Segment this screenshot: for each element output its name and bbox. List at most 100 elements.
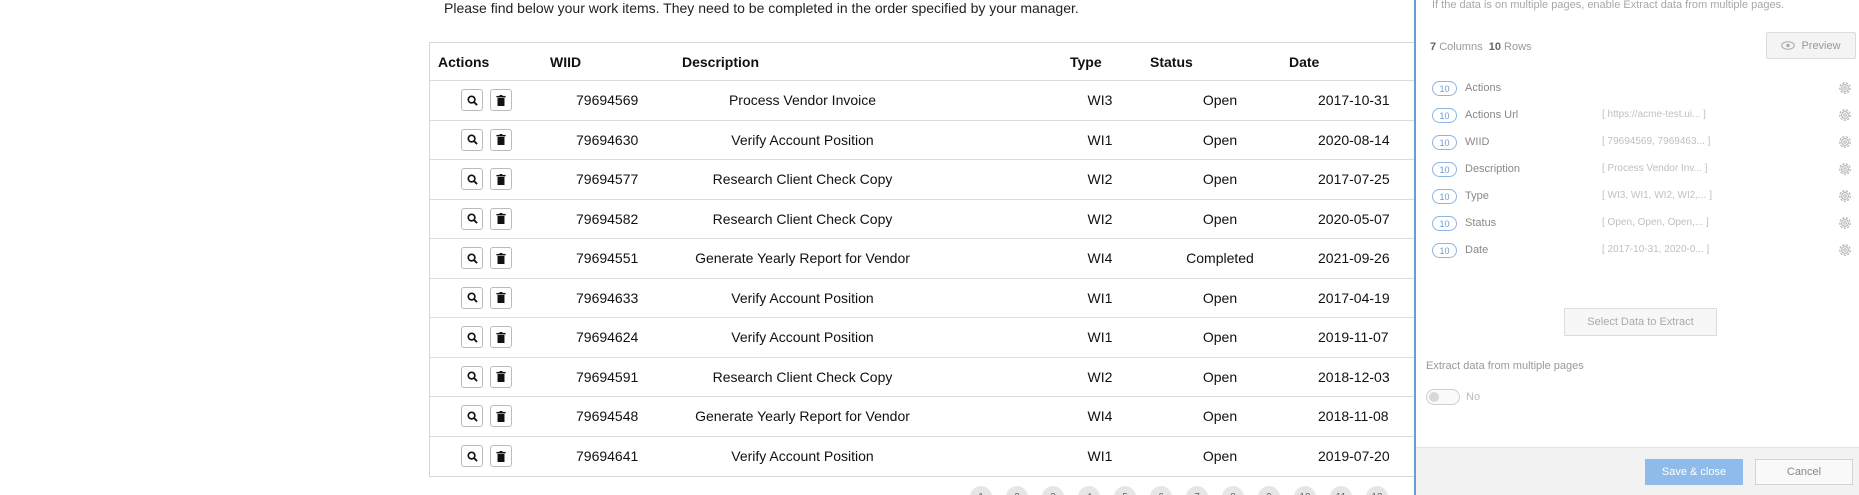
page-number-button[interactable]: 11 <box>1330 486 1352 495</box>
description-cell: Generate Yearly Report for Vendor <box>695 408 910 425</box>
column-item[interactable]: 10 Status [ Open, Open, Open,... ] <box>1432 213 1852 233</box>
date-cell: 2017-07-25 <box>1318 171 1390 188</box>
view-work-item-button[interactable] <box>461 247 483 270</box>
trash-icon <box>496 252 506 264</box>
column-name: Status <box>1465 217 1497 229</box>
delete-work-item-button[interactable] <box>490 128 512 151</box>
work-items-intro: Please find below your work items. They … <box>444 0 1079 16</box>
column-count-badge: 10 <box>1432 162 1457 177</box>
column-settings-button[interactable] <box>1837 242 1853 263</box>
type-cell: WI4 <box>1087 408 1113 425</box>
column-item[interactable]: 10 Description [ Process Vendor Inv... ] <box>1432 159 1852 179</box>
delete-work-item-button[interactable] <box>490 89 512 112</box>
view-work-item-button[interactable] <box>461 168 483 191</box>
page-number-button[interactable]: 8 <box>1222 486 1244 495</box>
column-item[interactable]: 10 Actions Url [ https://acme-test.ui...… <box>1432 105 1852 125</box>
header-date: Date <box>1289 53 1320 70</box>
page-number-button[interactable]: 10 <box>1294 486 1316 495</box>
column-item[interactable]: 10 Date [ 2017-10-31, 2020-0... ] <box>1432 240 1852 260</box>
column-item[interactable]: 10 WIID [ 79694569, 7969463... ] <box>1432 132 1852 152</box>
page-number-button[interactable]: 6 <box>1150 486 1172 495</box>
wiid-cell: 79694591 <box>576 368 639 385</box>
magnifier-icon <box>466 411 478 422</box>
view-work-item-button[interactable] <box>461 286 483 309</box>
gear-icon <box>1839 136 1851 148</box>
column-item[interactable]: 10 Type [ WI3, WI1, WI2, WI2,... ] <box>1432 186 1852 206</box>
type-cell: WI2 <box>1087 171 1113 188</box>
view-work-item-button[interactable] <box>461 405 483 428</box>
wiid-cell: 79694630 <box>576 131 639 148</box>
wiid-cell: 79694548 <box>576 408 639 425</box>
page-number-button[interactable]: 12 <box>1366 486 1388 495</box>
row-actions <box>461 437 512 477</box>
column-item[interactable]: 10 Actions <box>1432 78 1852 98</box>
table-row: 79694633 Verify Account Position WI1 Ope… <box>430 279 1419 318</box>
status-cell: Open <box>1202 289 1238 306</box>
header-status: Status <box>1150 53 1193 70</box>
view-work-item-button[interactable] <box>461 326 483 349</box>
gear-icon <box>1839 244 1851 256</box>
type-cell: WI1 <box>1087 448 1113 465</box>
delete-work-item-button[interactable] <box>490 286 512 309</box>
column-settings-button[interactable] <box>1837 215 1853 236</box>
page-number-button[interactable]: 5 <box>1114 486 1136 495</box>
column-count-badge: 10 <box>1432 243 1457 258</box>
page-number-button[interactable]: 2 <box>1006 486 1028 495</box>
gear-icon <box>1839 109 1851 121</box>
column-settings-button[interactable] <box>1837 134 1853 155</box>
view-work-item-button[interactable] <box>461 445 483 468</box>
delete-work-item-button[interactable] <box>490 445 512 468</box>
description-cell: Research Client Check Copy <box>712 210 893 227</box>
gear-icon <box>1839 82 1851 94</box>
table-row: 79694582 Research Client Check Copy WI2 … <box>430 200 1419 239</box>
panel-hint-text: If the data is on multiple pages, enable… <box>1432 0 1785 11</box>
columns-count: 7 <box>1430 41 1437 53</box>
save-and-close-button[interactable]: Save & close <box>1645 459 1743 485</box>
view-work-item-button[interactable] <box>461 128 483 151</box>
description-cell: Generate Yearly Report for Vendor <box>695 250 910 267</box>
delete-work-item-button[interactable] <box>490 168 512 191</box>
type-cell: WI4 <box>1087 250 1113 267</box>
column-settings-button[interactable] <box>1837 161 1853 182</box>
date-cell: 2018-12-03 <box>1318 368 1390 385</box>
trash-icon <box>496 213 506 225</box>
column-settings-button[interactable] <box>1837 188 1853 209</box>
preview-button[interactable]: Preview <box>1766 32 1856 59</box>
column-settings-button[interactable] <box>1837 80 1853 101</box>
cancel-button[interactable]: Cancel <box>1755 459 1853 485</box>
view-work-item-button[interactable] <box>461 89 483 112</box>
page-number-button[interactable]: 4 <box>1078 486 1100 495</box>
view-work-item-button[interactable] <box>461 365 483 388</box>
delete-work-item-button[interactable] <box>490 365 512 388</box>
delete-work-item-button[interactable] <box>490 247 512 270</box>
magnifier-icon <box>466 134 478 145</box>
page-number-button[interactable]: 3 <box>1042 486 1064 495</box>
table-row: 79694591 Research Client Check Copy WI2 … <box>430 358 1419 397</box>
delete-work-item-button[interactable] <box>490 207 512 230</box>
header-actions: Actions <box>438 53 490 70</box>
date-cell: 2020-08-14 <box>1318 131 1390 148</box>
description-cell: Verify Account Position <box>731 448 874 465</box>
date-cell: 2018-11-08 <box>1318 408 1389 425</box>
table-row: 79694548 Generate Yearly Report for Vend… <box>430 397 1419 437</box>
row-actions <box>461 397 512 436</box>
page-number-button[interactable]: 1 <box>970 486 992 495</box>
rows-count: 10 <box>1488 41 1501 53</box>
type-cell: WI3 <box>1087 92 1113 109</box>
column-name: Date <box>1465 244 1489 256</box>
delete-work-item-button[interactable] <box>490 405 512 428</box>
description-cell: Research Client Check Copy <box>712 368 893 385</box>
page-number-button[interactable]: 9 <box>1258 486 1280 495</box>
column-settings-button[interactable] <box>1837 107 1853 128</box>
wiid-cell: 79694641 <box>576 448 639 465</box>
page-number-button[interactable]: 7 <box>1186 486 1208 495</box>
delete-work-item-button[interactable] <box>490 326 512 349</box>
column-count-badge: 10 <box>1432 81 1457 96</box>
wiid-cell: 79694569 <box>576 92 639 109</box>
multi-page-toggle-value: No <box>1466 391 1481 403</box>
multi-page-toggle[interactable] <box>1426 389 1460 405</box>
trash-icon <box>496 371 506 383</box>
column-name: WIID <box>1465 136 1490 148</box>
view-work-item-button[interactable] <box>461 207 483 230</box>
select-data-to-extract-button[interactable]: Select Data to Extract <box>1564 308 1717 336</box>
